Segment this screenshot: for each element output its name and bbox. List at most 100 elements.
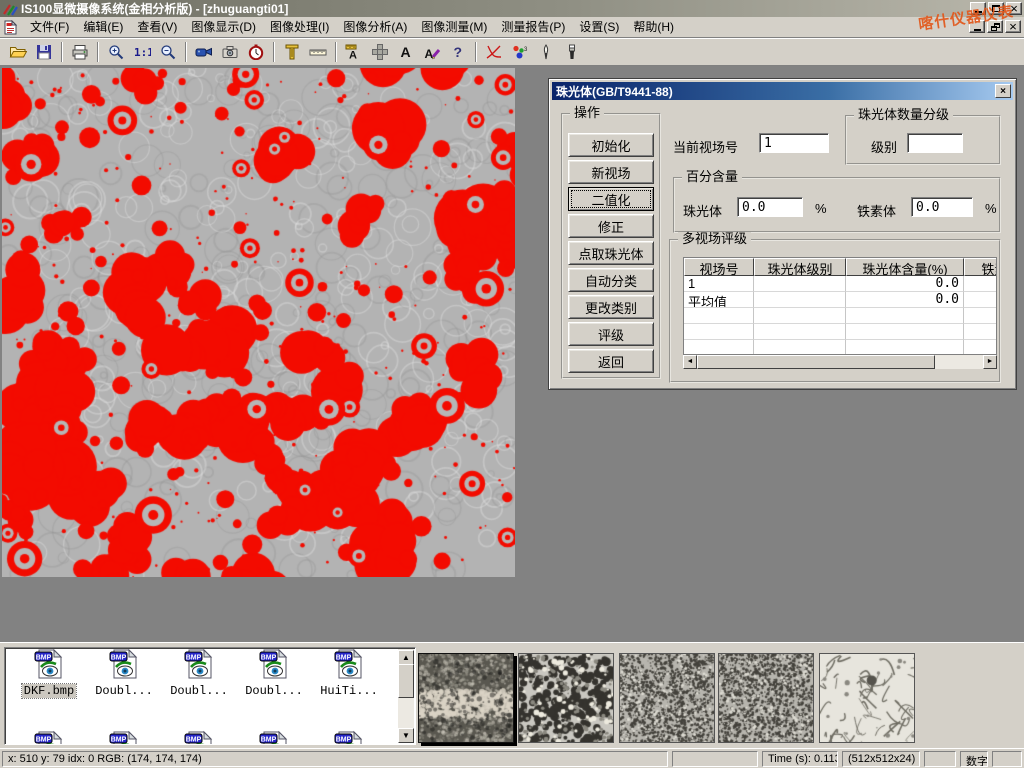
change-class-button[interactable]: 更改类别 [568,295,654,319]
curve-tool-button[interactable] [481,40,507,64]
table-row[interactable]: 1 0.0 [684,276,996,292]
open-button[interactable] [5,40,31,64]
zoom-in-button[interactable] [103,40,129,64]
file-item[interactable]: BMP Doubl... [88,648,160,698]
scroll-up-button[interactable]: ▲ [398,650,414,665]
actual-size-button[interactable]: 1:1 [129,40,155,64]
rate-button[interactable]: 评级 [568,322,654,346]
correct-button[interactable]: 修正 [568,214,654,238]
camera-button[interactable] [217,40,243,64]
file-item[interactable]: BMP Doubl... [163,648,235,698]
file-item-partial[interactable]: BMP [163,730,235,745]
file-name[interactable]: Doubl... [243,684,305,698]
file-item-partial[interactable]: BMP [238,730,310,745]
scrollbar-thumb[interactable] [697,355,935,369]
maximize-button[interactable] [988,2,1004,15]
scrollbar-thumb[interactable] [398,664,414,698]
file-item-partial[interactable]: BMP [313,730,385,745]
file-name[interactable]: Doubl... [168,684,230,698]
svg-text:BMP: BMP [36,737,52,744]
table-row[interactable]: 平均值 0.0 [684,292,996,308]
menu-edit[interactable]: 编辑(E) [76,17,130,37]
menu-image-measure[interactable]: 图像测量(M) [414,17,494,37]
measure-text-button[interactable]: A [341,40,367,64]
annotate-button[interactable]: A [419,40,445,64]
mdi-close-button[interactable]: × [1005,20,1021,33]
mdi-restore-icon [991,23,1000,31]
zoom-out-button[interactable] [155,40,181,64]
scroll-left-button[interactable]: ◄ [683,355,697,369]
status-time: Time (s): 0.113 [762,751,838,767]
micrograph-image[interactable] [2,68,515,577]
menu-image-analysis[interactable]: 图像分析(A) [336,17,414,37]
menu-help[interactable]: 帮助(H) [626,17,681,37]
current-view-input[interactable] [759,133,829,153]
file-name[interactable]: DKF.bmp [22,684,76,698]
file-item[interactable]: BMP HuiTi... [313,648,385,698]
ferrite-percent-input[interactable] [911,197,973,217]
menu-settings[interactable]: 设置(S) [572,17,626,37]
menu-measure-report[interactable]: 测量报告(P) [494,17,572,37]
dialog-close-button[interactable]: × [995,84,1011,98]
status-bar: x: 510 y: 79 idx: 0 RGB: (174, 174, 174)… [0,748,1024,768]
clock-icon [248,44,264,60]
file-item[interactable]: BMP Doubl... [238,648,310,698]
mdi-restore-button[interactable] [987,20,1003,33]
scroll-right-button[interactable]: ► [983,355,997,369]
print-button[interactable] [67,40,93,64]
sample-thumbnail-4[interactable] [718,653,814,743]
timer-button[interactable] [243,40,269,64]
close-button[interactable]: × [1006,2,1022,15]
file-item-partial[interactable]: BMP [88,730,160,745]
particle-analysis-button[interactable]: 3 [507,40,533,64]
sample-thumbnail-1[interactable] [418,653,514,743]
auto-classify-button[interactable]: 自动分类 [568,268,654,292]
menu-image-display[interactable]: 图像显示(D) [184,17,263,37]
document-icon[interactable] [4,20,17,35]
return-button[interactable]: 返回 [568,349,654,373]
sample-thumbnail-3[interactable] [619,653,715,743]
col-ferrite-content: 铁素体含量(%) [964,258,997,276]
file-item[interactable]: BMP DKF.bmp [13,648,85,698]
menu-view[interactable]: 查看(V) [130,17,184,37]
new-view-button[interactable]: 新视场 [568,160,654,184]
col-pearlite-content: 珠光体含量(%) [846,258,964,276]
grade-label: 级别 [871,137,897,156]
init-button[interactable]: 初始化 [568,133,654,157]
cell-pearlite-content: 0.0 [846,276,964,292]
ferrite-label: 铁素体 [857,201,896,220]
file-name[interactable]: HuiTi... [318,684,380,698]
pen-icon [540,44,552,60]
scroll-down-button[interactable]: ▼ [398,728,414,743]
menu-image-process[interactable]: 图像处理(I) [263,17,336,37]
text-icon: A [399,44,413,60]
caliper-button[interactable] [279,40,305,64]
mdi-minimize-button[interactable] [969,20,985,33]
binarize-button[interactable]: 二值化 [568,187,654,211]
sample-thumbnail-2[interactable] [518,653,614,743]
multiview-group-label: 多视场评级 [678,232,751,246]
brush-tool-button[interactable] [559,40,585,64]
file-browser-scrollbar[interactable]: ▲ ▼ [398,649,414,743]
pearlite-percent-input[interactable] [737,197,803,217]
pick-pearlite-button[interactable]: 点取珠光体 [568,241,654,265]
file-item-partial[interactable]: BMP [13,730,85,745]
stitch-grid-button[interactable] [367,40,393,64]
file-name[interactable]: Doubl... [93,684,155,698]
menu-file[interactable]: 文件(F) [23,17,76,37]
help-icon: ? [452,44,464,60]
pen-tool-button[interactable] [533,40,559,64]
sample-thumbnail-5[interactable] [819,653,915,743]
file-browser[interactable]: BMP DKF.bmp BMP Doubl... BMP Doubl... BM… [4,647,416,745]
status-empty-panel [924,751,956,767]
table-horizontal-scrollbar[interactable]: ◄ ► [683,355,997,369]
help-button[interactable]: ? [445,40,471,64]
multiview-table[interactable]: 视场号 珠光体级别 珠光体含量(%) 铁素体含量(%) 1 0.0 平均值 0.… [683,257,997,355]
text-button[interactable]: A [393,40,419,64]
save-button[interactable] [31,40,57,64]
video-capture-button[interactable] [191,40,217,64]
ruler-button[interactable] [305,40,331,64]
minimize-button[interactable] [970,2,986,15]
grade-input[interactable] [907,133,963,153]
dialog-title-bar[interactable]: 珠光体(GB/T9441-88) × [552,82,1013,100]
